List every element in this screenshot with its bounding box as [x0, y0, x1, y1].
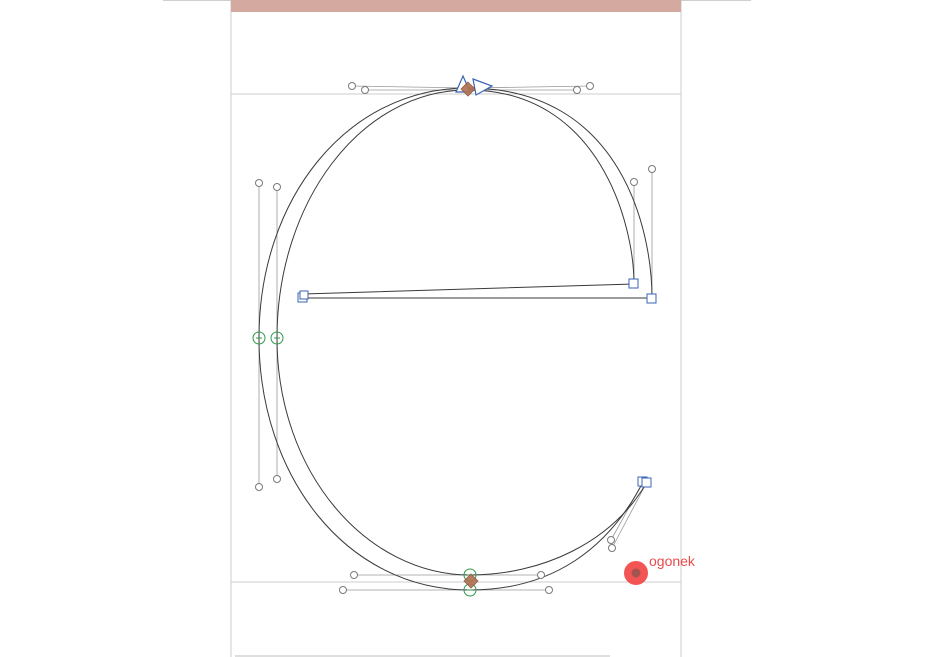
handle-point — [586, 82, 594, 90]
glyph-outline[interactable] — [258, 87, 653, 591]
handle-point — [255, 179, 263, 187]
offcurve-handles[interactable] — [255, 82, 656, 594]
anchor-dot-icon[interactable] — [624, 561, 648, 585]
handle-point — [339, 586, 347, 594]
handle-point — [630, 178, 638, 186]
handle-point — [273, 183, 281, 191]
handle-point — [348, 82, 356, 90]
start-nodes[interactable] — [460, 81, 479, 589]
handle-point — [273, 475, 281, 483]
direction-arrow-icon[interactable] — [455, 74, 494, 96]
handle-point — [361, 86, 369, 94]
handle-point — [545, 586, 553, 594]
handle-point — [608, 544, 616, 552]
glyph-edit-canvas[interactable] — [0, 0, 927, 657]
handle-point — [255, 483, 263, 491]
smooth-nodes[interactable] — [252, 331, 477, 597]
square-node-icon — [628, 278, 639, 289]
handle-point — [350, 571, 358, 579]
handle-point — [648, 165, 656, 173]
handle-point — [573, 86, 581, 94]
handle-point — [537, 571, 545, 579]
square-node-icon — [646, 293, 657, 304]
square-node-icon — [641, 477, 652, 488]
corner-nodes[interactable] — [297, 278, 657, 488]
anchor-label-ogonek[interactable]: ogonek — [649, 553, 695, 569]
square-node-icon — [299, 290, 309, 300]
glyph-top-bar — [231, 0, 681, 12]
handle-point — [607, 536, 615, 544]
